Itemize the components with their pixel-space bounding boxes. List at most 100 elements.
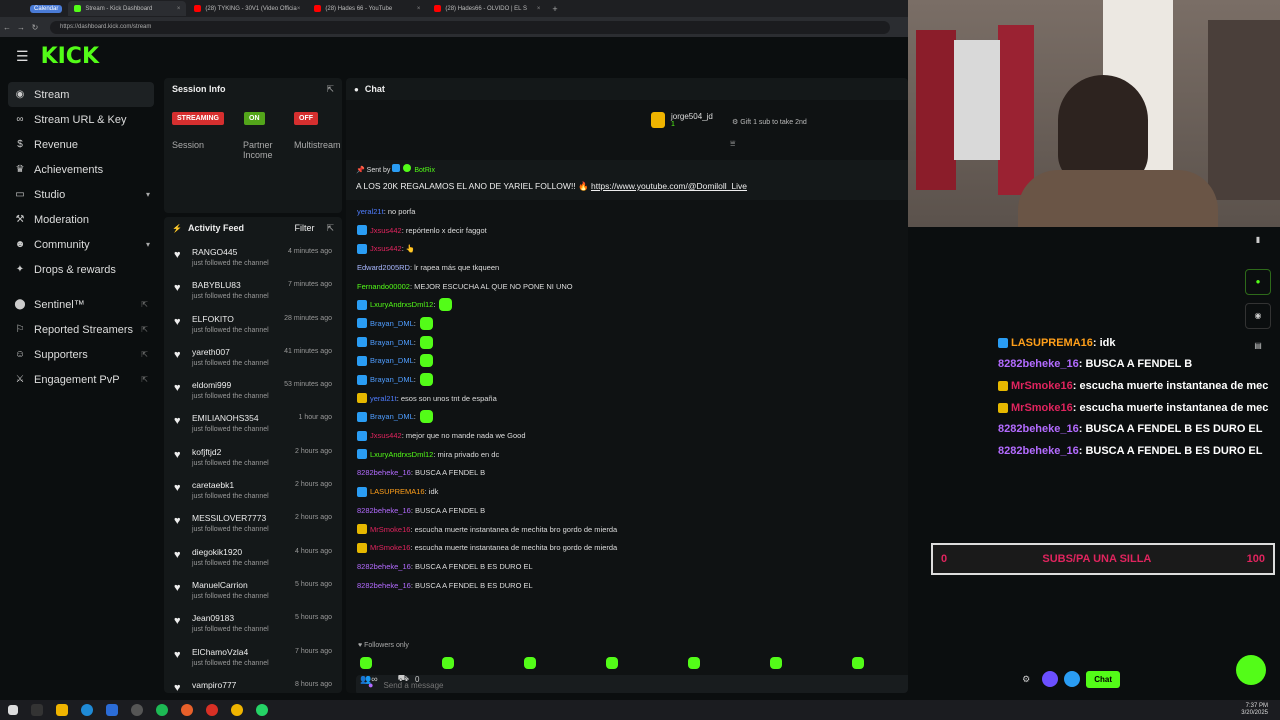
sidebar-item-drops-rewards[interactable]: ✦ Drops & rewards <box>0 257 160 282</box>
forward-icon[interactable]: → <box>14 23 28 32</box>
chat-username[interactable]: LxuryAndrxsDml12 <box>370 450 433 459</box>
sidebar-item-community[interactable]: ☻ Community ▾ <box>0 232 160 257</box>
chat-username[interactable]: MrSmoke16 <box>370 543 410 552</box>
edge-icon[interactable] <box>81 704 93 716</box>
support-chat-button[interactable] <box>1236 655 1266 685</box>
follower-name[interactable]: RANGO445 <box>192 247 269 257</box>
quick-emote-icon[interactable] <box>852 657 864 669</box>
settings-icon[interactable]: ⚙ <box>1022 674 1030 685</box>
browser-tab[interactable]: (28) Hades 66 - YouTube × <box>308 1 426 16</box>
sidebar-external-item[interactable]: ⬤ Sentinel™ ⇱ <box>0 292 160 317</box>
sidebar-item-stream-url-key[interactable]: ∞ Stream URL & Key <box>0 107 160 132</box>
reload-icon[interactable]: ↻ <box>28 23 42 32</box>
sidebar-external-item[interactable]: ⚔ Engagement PvP ⇱ <box>0 367 160 392</box>
follower-name[interactable]: caretaebk1 <box>192 480 269 490</box>
collapse-icon[interactable]: ⩸ <box>730 138 735 149</box>
search-icon[interactable] <box>31 704 43 716</box>
quick-emote-icon[interactable] <box>770 657 782 669</box>
filter-button[interactable]: Filter <box>294 223 314 233</box>
firefox-icon[interactable] <box>181 704 193 716</box>
browser-tab[interactable]: (28) Hades66 - OLVIDO | EL S × <box>428 1 546 16</box>
store-icon[interactable] <box>106 704 118 716</box>
follower-name[interactable]: eldomi999 <box>192 380 269 390</box>
browser-tab[interactable]: (28) TYKING - 30V1 (Video Officia × <box>188 1 306 16</box>
chat-username[interactable]: Edward2005RD <box>357 263 410 272</box>
close-tab-icon[interactable]: × <box>177 6 181 12</box>
pinned-link[interactable]: https://www.youtube.com/@Domiloll_Live <box>591 181 747 191</box>
quick-emote-icon[interactable] <box>442 657 454 669</box>
chrome-icon[interactable] <box>206 704 218 716</box>
chat-username[interactable]: Brayan_DML <box>370 338 414 347</box>
chat-username[interactable]: Brayan_DML <box>370 375 414 384</box>
follower-name[interactable]: Jean09183 <box>192 613 269 623</box>
popout-icon[interactable]: ⇱ <box>326 223 334 234</box>
follower-name[interactable]: BABYBLU83 <box>192 280 269 290</box>
chat-username[interactable]: yeral21t <box>370 394 397 403</box>
chrome-active-icon[interactable] <box>231 704 243 716</box>
chat-username[interactable]: Jxsus442 <box>370 226 402 235</box>
chest-icon[interactable]: ⛟ <box>398 673 409 685</box>
back-icon[interactable]: ← <box>0 23 14 32</box>
chat-username[interactable]: 8282beheke_16 <box>357 581 411 590</box>
follower-name[interactable]: MESSILOVER7773 <box>192 513 269 523</box>
follower-name[interactable]: ELFOKITO <box>192 314 269 324</box>
sidebar-item-stream[interactable]: ◉ Stream <box>8 82 154 107</box>
follower-name[interactable]: ManuelCarrion <box>192 580 269 590</box>
chat-username[interactable]: 8282beheke_16 <box>357 468 411 477</box>
users-icon[interactable]: 👥∞ <box>360 674 378 685</box>
chat-username[interactable]: Brayan_DML <box>370 356 414 365</box>
start-icon[interactable] <box>8 705 18 715</box>
follower-name[interactable]: kofjftjd2 <box>192 447 269 457</box>
chat-username[interactable]: Brayan_DML <box>370 412 414 421</box>
chat-username[interactable]: 8282beheke_16 <box>357 506 411 515</box>
chat-username[interactable]: MrSmoke16 <box>370 525 410 534</box>
sidebar-item-moderation[interactable]: ⚒ Moderation <box>0 207 160 232</box>
bttv-icon[interactable] <box>1064 671 1081 687</box>
send-chat-button[interactable]: Chat <box>1086 670 1120 688</box>
quick-emote-icon[interactable] <box>360 657 372 669</box>
broadcast-icon[interactable]: ◉ <box>1245 303 1271 329</box>
browser-tab[interactable]: Stream - Kick Dashboard × <box>68 1 187 16</box>
top-gifter[interactable]: jorge504_jd 1 <box>651 112 713 128</box>
follower-name[interactable]: EMILIANOHS354 <box>192 413 269 423</box>
sidebar-item-studio[interactable]: ▭ Studio ▾ <box>0 182 160 207</box>
sidebar-item-revenue[interactable]: $ Revenue <box>0 132 160 157</box>
follower-name[interactable]: ElChamoVzla4 <box>192 647 269 657</box>
chat-username[interactable]: Brayan_DML <box>370 319 414 328</box>
sidebar-external-item[interactable]: ☺ Supporters ⇱ <box>0 342 160 367</box>
system-clock[interactable]: 7:37 PM 3/20/2025 <box>1241 703 1268 717</box>
calendar-bookmark[interactable]: Calendar <box>30 4 63 13</box>
url-input[interactable]: https://dashboard.kick.com/stream <box>50 20 890 34</box>
new-tab-button[interactable]: + <box>552 4 557 14</box>
close-tab-icon[interactable]: × <box>537 6 541 12</box>
chat-username[interactable]: 8282beheke_16 <box>357 562 411 571</box>
menu-icon[interactable]: ☰ <box>16 48 29 65</box>
chat-username[interactable]: yeral21t <box>357 207 384 216</box>
files-icon[interactable] <box>56 704 68 716</box>
kick-logo[interactable]: KICK <box>41 44 99 69</box>
gift-sub-button[interactable]: ⚙ Gift 1 sub to take 2nd <box>732 118 807 126</box>
spotify-icon[interactable] <box>156 704 168 716</box>
chat-username[interactable]: Jxsus442 <box>370 431 402 440</box>
chat-username[interactable]: Jxsus442 <box>370 244 402 253</box>
chat-username[interactable]: LxuryAndrxsDml12 <box>370 300 433 309</box>
close-tab-icon[interactable]: × <box>297 6 301 12</box>
pinned-sender[interactable]: BotRix <box>414 167 435 174</box>
popout-icon[interactable]: ⇱ <box>326 84 334 95</box>
chat-username[interactable]: Fernando00002 <box>357 282 410 291</box>
follower-name[interactable]: vampiro777 <box>192 680 236 690</box>
close-tab-icon[interactable]: × <box>417 6 421 12</box>
quick-emote-icon[interactable] <box>524 657 536 669</box>
whatsapp-icon[interactable] <box>256 704 268 716</box>
7tv-icon[interactable] <box>1042 671 1059 687</box>
sidebar-item-achievements[interactable]: ♛ Achievements <box>0 157 160 182</box>
quick-emote-icon[interactable] <box>606 657 618 669</box>
chat-username[interactable]: LASUPREMA16 <box>370 487 425 496</box>
follower-name[interactable]: diegokik1920 <box>192 547 269 557</box>
follower-name[interactable]: yareth007 <box>192 347 269 357</box>
sidebar-external-item[interactable]: ⚐ Reported Streamers ⇱ <box>0 317 160 342</box>
obs-icon[interactable] <box>131 704 143 716</box>
chat-bubble-icon[interactable]: ● <box>1245 269 1271 295</box>
quick-emote-icon[interactable] <box>688 657 700 669</box>
doc-icon[interactable]: ▮ <box>1245 235 1271 253</box>
